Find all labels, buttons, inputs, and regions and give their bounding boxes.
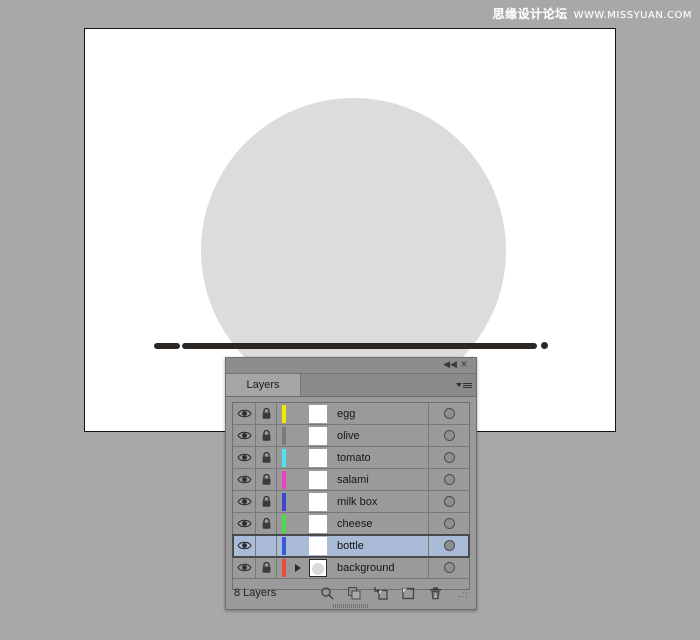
- layer-thumbnail[interactable]: [305, 513, 331, 534]
- panel-menu-icon[interactable]: [456, 379, 472, 391]
- layer-row[interactable]: background: [233, 557, 469, 579]
- visibility-toggle[interactable]: [233, 535, 256, 556]
- layer-color-strip: [277, 535, 291, 556]
- layer-color-strip: [277, 469, 291, 490]
- layer-name-label[interactable]: bottle: [331, 535, 428, 556]
- expand-toggle: [291, 425, 305, 446]
- layer-row[interactable]: salami: [233, 469, 469, 491]
- layer-color-strip: [277, 403, 291, 424]
- layers-panel: ◀◀ ✕ Layers egg olive tomato salami milk box…: [225, 357, 477, 610]
- clipping-mask-icon[interactable]: [346, 585, 362, 601]
- path-segment-left[interactable]: [154, 343, 180, 349]
- layer-target-indicator[interactable]: [428, 535, 469, 556]
- collapse-icon[interactable]: ◀◀: [443, 360, 457, 372]
- target-circle-icon: [443, 474, 455, 485]
- layer-target-indicator[interactable]: [428, 513, 469, 534]
- expand-toggle[interactable]: [291, 557, 305, 578]
- layer-row[interactable]: egg: [233, 403, 469, 425]
- panel-tabbar: Layers: [226, 374, 476, 397]
- layer-name-label[interactable]: background: [331, 557, 428, 578]
- lock-toggle[interactable]: [256, 469, 277, 490]
- lock-toggle[interactable]: [256, 491, 277, 512]
- layer-row[interactable]: olive: [233, 425, 469, 447]
- layer-name-label[interactable]: egg: [331, 403, 428, 424]
- horizontal-scrollbar[interactable]: [333, 604, 369, 608]
- footer-toolbar: [319, 585, 472, 601]
- layer-color-strip: [277, 513, 291, 534]
- locate-object-icon[interactable]: [319, 585, 335, 601]
- new-sublayer-icon[interactable]: [373, 585, 389, 601]
- layer-target-indicator[interactable]: [428, 425, 469, 446]
- tab-layers[interactable]: Layers: [226, 374, 301, 396]
- layer-thumbnail[interactable]: [305, 535, 331, 556]
- layer-target-indicator[interactable]: [428, 447, 469, 468]
- layer-row[interactable]: bottle: [232, 534, 470, 558]
- lock-toggle[interactable]: [256, 513, 277, 534]
- visibility-toggle[interactable]: [233, 513, 256, 534]
- layer-thumbnail[interactable]: [305, 469, 331, 490]
- layer-count-label: 8 Layers: [234, 587, 277, 599]
- layer-thumbnail[interactable]: [305, 403, 331, 424]
- layer-thumbnail[interactable]: [305, 447, 331, 468]
- layer-target-indicator[interactable]: [428, 557, 469, 578]
- layer-color-strip: [277, 425, 291, 446]
- target-circle-icon: [443, 540, 455, 551]
- layer-list[interactable]: egg olive tomato salami milk box cheese bottle…: [232, 402, 470, 590]
- watermark-cn-text: 思缘设计论坛: [492, 7, 568, 21]
- expand-toggle: [291, 447, 305, 468]
- layer-color-strip: [277, 447, 291, 468]
- layer-name-label[interactable]: salami: [331, 469, 428, 490]
- target-circle-icon: [443, 430, 455, 441]
- expand-toggle: [291, 535, 305, 556]
- layer-name-label[interactable]: cheese: [331, 513, 428, 534]
- target-circle-icon: [443, 496, 455, 507]
- layer-thumbnail[interactable]: [305, 491, 331, 512]
- target-circle-icon: [443, 452, 455, 463]
- visibility-toggle[interactable]: [233, 447, 256, 468]
- visibility-toggle[interactable]: [233, 491, 256, 512]
- lock-toggle[interactable]: [256, 425, 277, 446]
- layer-color-strip: [277, 557, 291, 578]
- close-icon[interactable]: ✕: [457, 360, 471, 372]
- target-circle-icon: [443, 518, 455, 529]
- delete-layer-icon[interactable]: [427, 585, 443, 601]
- path-segment-main[interactable]: [182, 343, 537, 349]
- expand-toggle: [291, 513, 305, 534]
- chevron-right-icon: [295, 563, 301, 572]
- layer-thumbnail[interactable]: [305, 557, 331, 578]
- visibility-toggle[interactable]: [233, 469, 256, 490]
- tabbar-filler: [301, 374, 476, 396]
- expand-toggle: [291, 469, 305, 490]
- new-layer-icon[interactable]: [400, 585, 416, 601]
- panel-titlebar: ◀◀ ✕: [226, 358, 476, 374]
- layer-name-label[interactable]: milk box: [331, 491, 428, 512]
- visibility-toggle[interactable]: [233, 557, 256, 578]
- lock-toggle[interactable]: [256, 557, 277, 578]
- path-anchor-point[interactable]: [541, 342, 548, 349]
- layer-name-label[interactable]: tomato: [331, 447, 428, 468]
- layer-thumbnail[interactable]: [305, 425, 331, 446]
- target-circle-icon: [443, 562, 455, 573]
- expand-toggle: [291, 491, 305, 512]
- layer-color-strip: [277, 491, 291, 512]
- layer-target-indicator[interactable]: [428, 469, 469, 490]
- layer-row[interactable]: milk box: [233, 491, 469, 513]
- watermark: 思缘设计论坛 WWW.MISSYUAN.COM: [493, 5, 692, 22]
- lock-toggle[interactable]: [256, 403, 277, 424]
- visibility-toggle[interactable]: [233, 403, 256, 424]
- layer-target-indicator[interactable]: [428, 491, 469, 512]
- hamburger-icon: [463, 382, 472, 388]
- chevron-down-icon: [456, 383, 462, 387]
- expand-toggle: [291, 403, 305, 424]
- lock-toggle[interactable]: [256, 447, 277, 468]
- lock-toggle[interactable]: [256, 535, 277, 556]
- visibility-toggle[interactable]: [233, 425, 256, 446]
- watermark-url-text: WWW.MISSYUAN.COM: [573, 10, 692, 21]
- layer-name-label[interactable]: olive: [331, 425, 428, 446]
- layer-row[interactable]: cheese: [233, 513, 469, 535]
- target-circle-icon: [443, 408, 455, 419]
- layer-row[interactable]: tomato: [233, 447, 469, 469]
- resize-grip[interactable]: [458, 588, 468, 598]
- layer-target-indicator[interactable]: [428, 403, 469, 424]
